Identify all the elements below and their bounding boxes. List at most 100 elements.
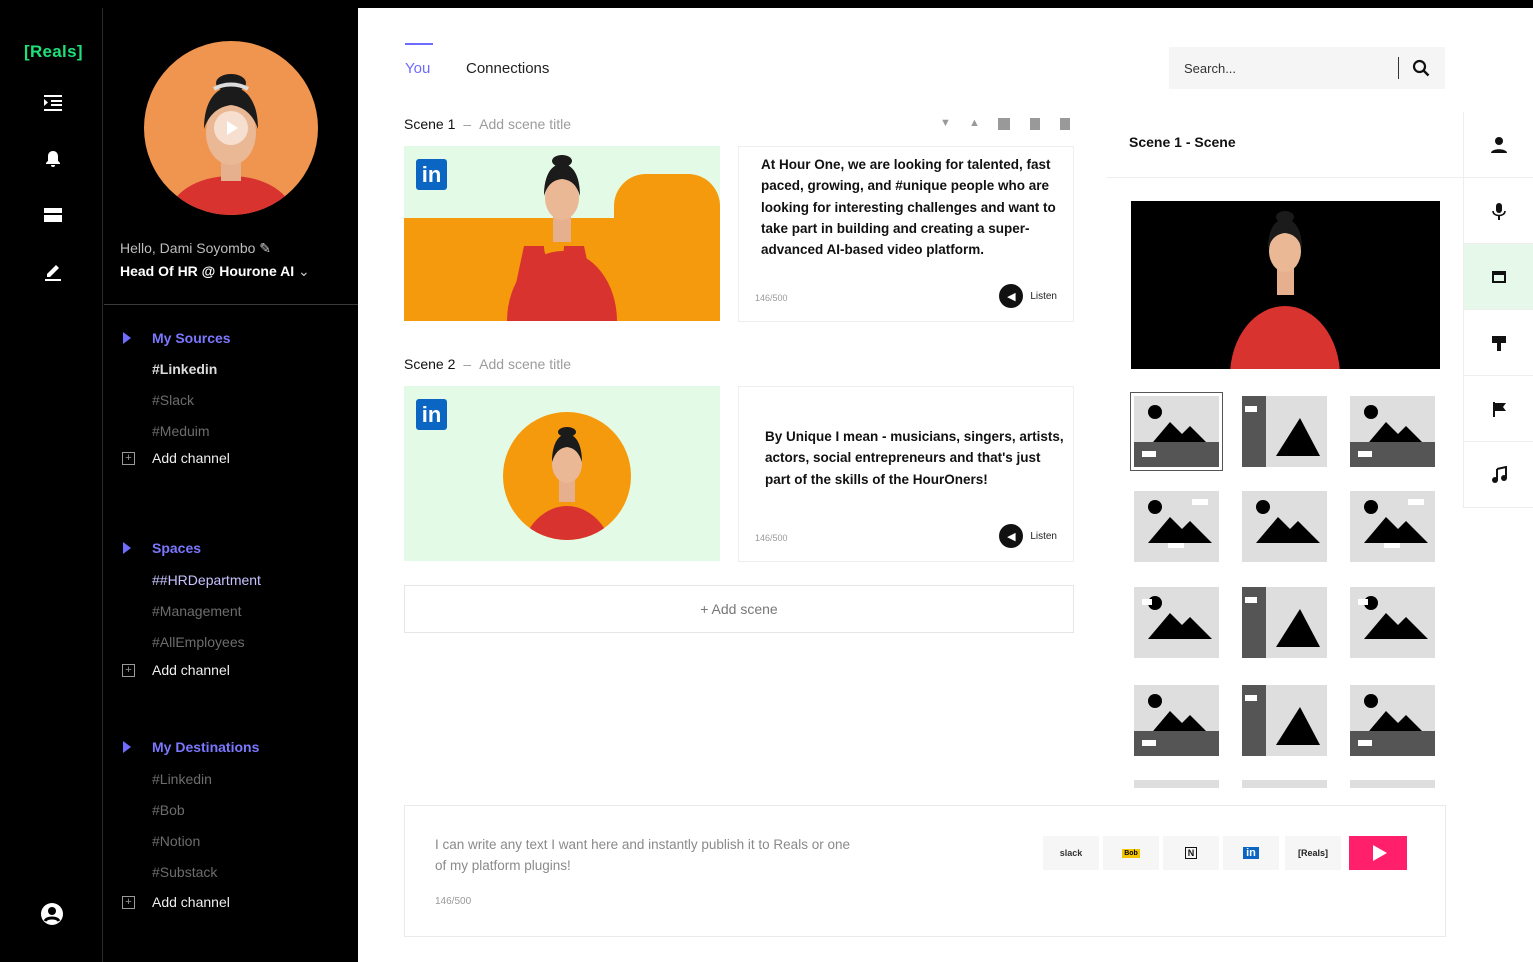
image-placeholder-icon bbox=[1242, 587, 1320, 658]
plus-box-icon[interactable]: + bbox=[122, 896, 135, 909]
image-placeholder-icon bbox=[1364, 499, 1428, 548]
search-icon[interactable] bbox=[1412, 59, 1430, 77]
layout-option[interactable] bbox=[1350, 780, 1435, 788]
caret-right-icon[interactable] bbox=[123, 542, 131, 554]
channel-item[interactable]: #Linkedin bbox=[152, 771, 212, 787]
active-tab-indicator bbox=[405, 43, 433, 45]
channel-item[interactable]: #Bob bbox=[152, 802, 185, 818]
plugin-linkedin[interactable]: in bbox=[1223, 836, 1279, 870]
layout-option[interactable] bbox=[1130, 392, 1223, 471]
caret-right-icon[interactable] bbox=[123, 741, 131, 753]
layout-option[interactable] bbox=[1134, 491, 1219, 562]
chevron-down-icon: ⌄ bbox=[298, 263, 310, 279]
indent-list-icon[interactable] bbox=[42, 92, 64, 114]
scene-2-script-card[interactable]: By Unique I mean - musicians, singers, a… bbox=[738, 386, 1074, 562]
play-icon bbox=[227, 121, 238, 135]
layout-option[interactable] bbox=[1134, 685, 1219, 756]
plugin-bob[interactable]: Bob bbox=[1103, 836, 1159, 870]
section-title-spaces[interactable]: Spaces bbox=[152, 540, 201, 556]
channel-item[interactable]: #Linkedin bbox=[152, 361, 217, 377]
layout-option[interactable] bbox=[1242, 491, 1327, 562]
image-placeholder-icon bbox=[1142, 596, 1212, 639]
bob-icon: Bob bbox=[1122, 848, 1140, 858]
composer-input[interactable]: I can write any text I want here and ins… bbox=[435, 834, 855, 877]
edit-pencil-icon[interactable]: ✎ bbox=[259, 240, 271, 256]
tool-avatar[interactable] bbox=[1464, 112, 1533, 178]
layout-option[interactable] bbox=[1350, 587, 1435, 658]
scene-1-thumbnail[interactable]: in bbox=[404, 146, 720, 321]
scene-1-script-card[interactable]: At Hour One, we are looking for talented… bbox=[738, 146, 1074, 322]
plus-box-icon[interactable]: + bbox=[122, 452, 135, 465]
listen-button[interactable]: ◀ Listen bbox=[999, 524, 1057, 548]
tool-layout[interactable] bbox=[1464, 244, 1533, 310]
play-button[interactable] bbox=[214, 111, 248, 145]
layout-option[interactable] bbox=[1134, 587, 1219, 658]
plus-box-icon[interactable]: + bbox=[122, 664, 135, 677]
channel-item[interactable]: #AllEmployees bbox=[152, 634, 245, 650]
channel-item[interactable]: #Substack bbox=[152, 864, 217, 880]
tool-music[interactable] bbox=[1464, 442, 1533, 508]
profile-avatar[interactable] bbox=[144, 41, 318, 215]
add-scene-button[interactable]: + Add scene bbox=[404, 585, 1074, 633]
search-box[interactable]: Search... bbox=[1169, 47, 1445, 89]
scene-title-input[interactable]: Add scene title bbox=[479, 116, 571, 132]
tool-flag[interactable] bbox=[1464, 376, 1533, 442]
reals-icon: [Reals] bbox=[1297, 848, 1328, 858]
person-icon bbox=[1491, 136, 1507, 153]
right-panel-divider bbox=[1106, 177, 1463, 178]
layout-option[interactable] bbox=[1350, 685, 1435, 756]
listen-button[interactable]: ◀ Listen bbox=[999, 284, 1057, 308]
channel-item[interactable]: ##HRDepartment bbox=[152, 572, 261, 588]
add-channel-button[interactable]: Add channel bbox=[152, 450, 230, 466]
caret-right-icon[interactable] bbox=[123, 332, 131, 344]
music-note-icon bbox=[1492, 465, 1507, 483]
plugin-reals[interactable]: [Reals] bbox=[1285, 836, 1341, 870]
add-channel-button[interactable]: Add channel bbox=[152, 662, 230, 678]
file-icon[interactable] bbox=[1060, 118, 1070, 130]
section-title-destinations[interactable]: My Destinations bbox=[152, 739, 259, 755]
scene-2-script[interactable]: By Unique I mean - musicians, singers, a… bbox=[765, 426, 1065, 490]
scene-title-input[interactable]: Add scene title bbox=[479, 356, 571, 372]
tool-voice[interactable] bbox=[1464, 178, 1533, 244]
send-arrow-icon bbox=[1373, 845, 1387, 861]
tab-connections[interactable]: Connections bbox=[466, 60, 549, 77]
image-placeholder-icon bbox=[1358, 596, 1428, 639]
layout-option[interactable] bbox=[1242, 780, 1327, 788]
layout-option[interactable] bbox=[1242, 685, 1327, 756]
plugin-notion[interactable]: N bbox=[1163, 836, 1219, 870]
scene-preview-video[interactable] bbox=[1131, 201, 1440, 369]
main-panel: You Connections Search... Scene 1– Add sc… bbox=[358, 8, 1533, 962]
role-dropdown[interactable]: Head Of HR @ Hourone AI ⌄ bbox=[120, 263, 310, 280]
add-channel-button[interactable]: Add channel bbox=[152, 894, 230, 910]
pen-edit-icon[interactable] bbox=[42, 260, 64, 282]
section-title-sources[interactable]: My Sources bbox=[152, 330, 231, 346]
channel-item[interactable]: #Notion bbox=[152, 833, 200, 849]
layout-option[interactable] bbox=[1350, 491, 1435, 562]
duplicate-icon[interactable] bbox=[998, 118, 1010, 130]
scene-2-thumbnail[interactable]: in bbox=[404, 386, 720, 561]
microphone-icon bbox=[1492, 202, 1506, 220]
layout-option[interactable] bbox=[1134, 780, 1219, 788]
composer[interactable]: I can write any text I want here and ins… bbox=[404, 805, 1446, 937]
channel-item[interactable]: #Meduim bbox=[152, 423, 210, 439]
channel-item[interactable]: #Slack bbox=[152, 392, 194, 408]
reals-logo[interactable]: [Reals] bbox=[24, 42, 83, 62]
search-input[interactable]: Search... bbox=[1184, 61, 1236, 76]
card-icon[interactable] bbox=[42, 204, 64, 226]
tool-style[interactable] bbox=[1464, 310, 1533, 376]
layout-option[interactable] bbox=[1350, 396, 1435, 467]
user-circle-icon[interactable] bbox=[40, 902, 64, 926]
layout-option[interactable] bbox=[1242, 587, 1327, 658]
search-divider bbox=[1398, 57, 1399, 79]
move-up-icon[interactable]: ▲ bbox=[969, 117, 980, 129]
scene-1-script[interactable]: At Hour One, we are looking for talented… bbox=[761, 154, 1061, 260]
tab-you[interactable]: You bbox=[405, 60, 430, 77]
send-button[interactable] bbox=[1349, 836, 1407, 870]
slack-icon: slack bbox=[1059, 848, 1083, 858]
bell-icon[interactable] bbox=[42, 148, 64, 170]
move-down-icon[interactable]: ▼ bbox=[940, 117, 951, 129]
layout-option[interactable] bbox=[1242, 396, 1327, 467]
trash-icon[interactable] bbox=[1030, 118, 1040, 130]
plugin-slack[interactable]: slack bbox=[1043, 836, 1099, 870]
channel-item[interactable]: #Management bbox=[152, 603, 242, 619]
